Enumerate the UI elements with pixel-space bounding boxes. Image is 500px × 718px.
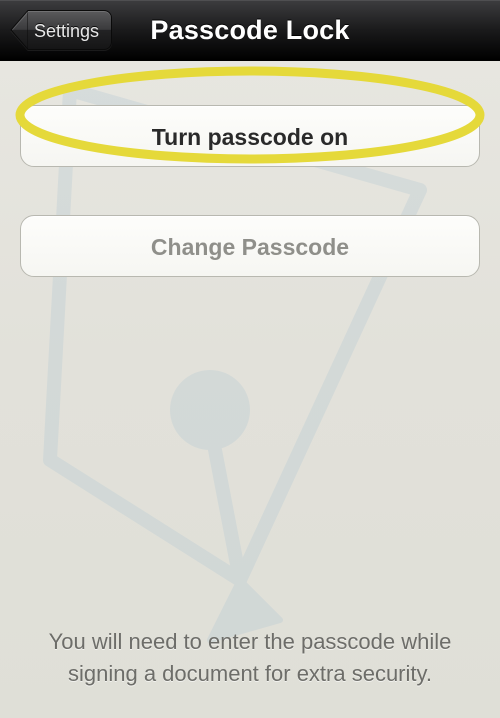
content-area: Turn passcode on Change Passcode (0, 61, 500, 277)
back-button-settings[interactable]: Settings (10, 10, 112, 50)
turn-passcode-on-button[interactable]: Turn passcode on (20, 105, 480, 167)
change-passcode-button[interactable]: Change Passcode (20, 215, 480, 277)
footer-description: You will need to enter the passcode whil… (0, 626, 500, 690)
navbar: Settings Passcode Lock (0, 0, 500, 61)
passcode-lock-screen: Settings Passcode Lock Turn passcode on … (0, 0, 500, 718)
page-title: Passcode Lock (150, 15, 349, 46)
back-chevron-icon (10, 10, 28, 50)
change-passcode-label: Change Passcode (151, 234, 349, 260)
turn-passcode-on-label: Turn passcode on (152, 124, 348, 150)
back-button-label: Settings (28, 10, 112, 50)
